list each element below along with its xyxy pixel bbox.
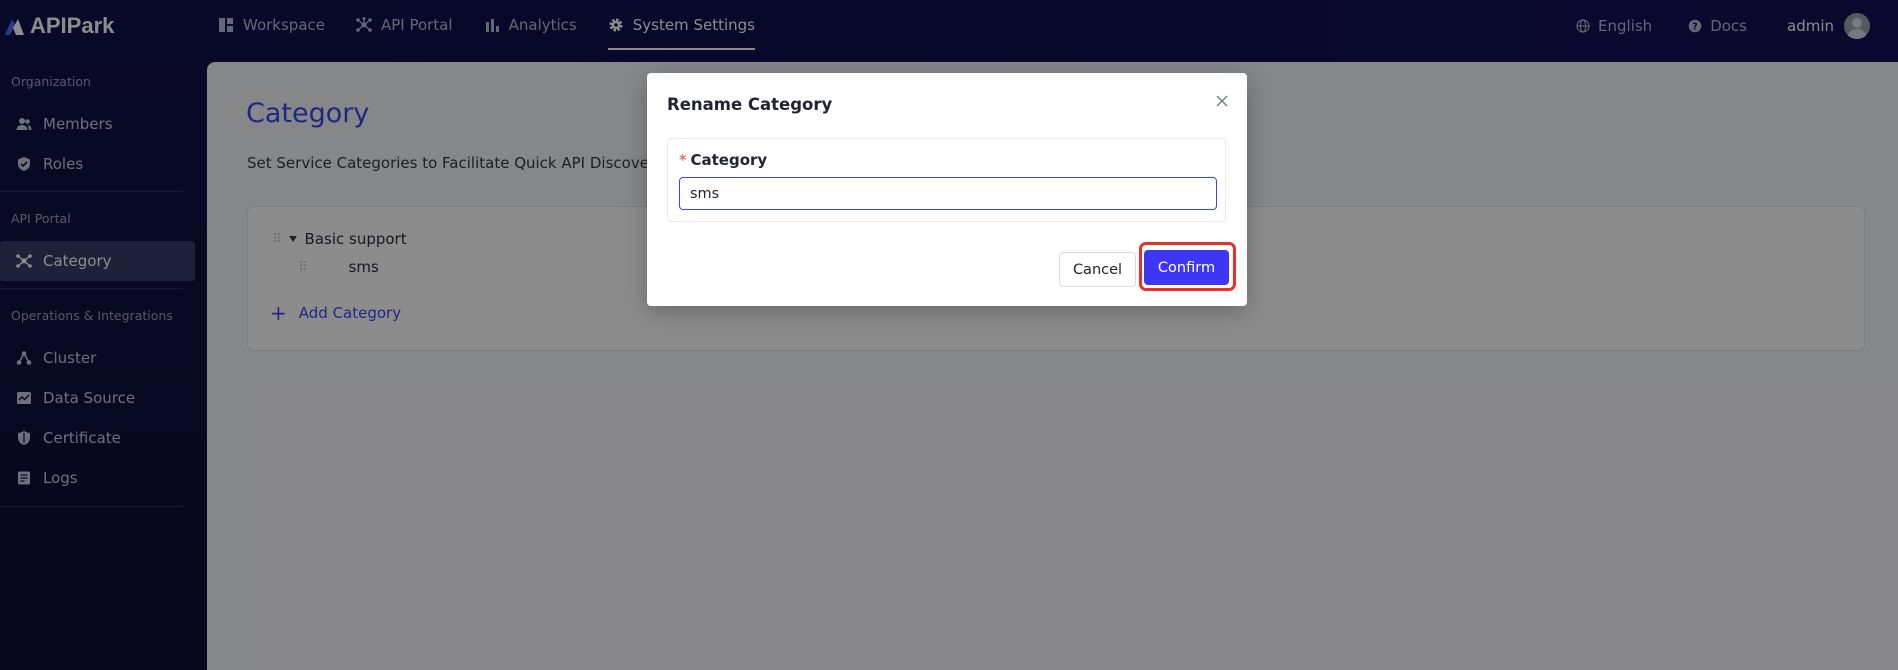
required-mark: *	[679, 151, 687, 169]
rename-category-dialog: Rename Category *Category Cancel Confirm	[647, 73, 1247, 306]
category-field-label: * Category	[679, 151, 767, 169]
category-form: * Category	[667, 138, 1226, 222]
confirm-button[interactable]: Confirm	[1144, 250, 1229, 285]
dialog-title: Rename Category	[667, 95, 833, 114]
field-label-text: Category	[690, 151, 768, 169]
close-icon	[1216, 95, 1228, 107]
category-name-input[interactable]	[679, 177, 1217, 210]
close-button[interactable]	[1211, 90, 1233, 112]
cancel-button[interactable]: Cancel	[1059, 252, 1136, 287]
